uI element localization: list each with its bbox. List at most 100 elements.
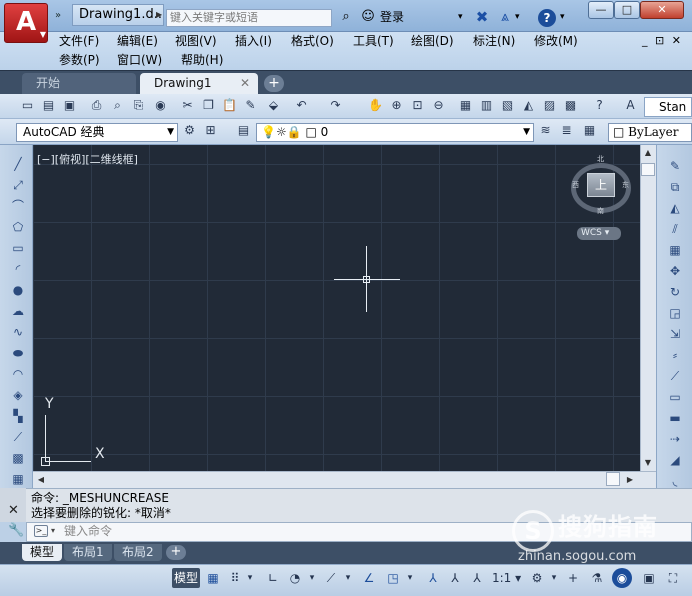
- user-icon[interactable]: ☺: [360, 9, 376, 25]
- scroll-up-arrow-icon[interactable]: ▲: [640, 145, 656, 161]
- design-center-icon[interactable]: ▥: [477, 96, 496, 115]
- save-icon[interactable]: ▣: [60, 96, 79, 115]
- login-button[interactable]: 登录: [380, 9, 404, 25]
- make-block-icon[interactable]: ▚: [9, 407, 27, 425]
- help-dropdown-icon[interactable]: ▾: [560, 9, 565, 25]
- workspace-settings-icon[interactable]: ⊞: [201, 121, 220, 140]
- command-prompt-icon[interactable]: >_: [34, 525, 48, 537]
- new-tab-button[interactable]: +: [264, 75, 284, 92]
- circle-icon[interactable]: ●: [9, 281, 27, 299]
- erase-icon[interactable]: ✎: [666, 157, 684, 175]
- polar-tracking-icon[interactable]: ◔: [286, 568, 304, 588]
- search-input[interactable]: 键入关键字或短语: [166, 9, 332, 27]
- scroll-left-arrow-icon[interactable]: ◀: [33, 471, 49, 488]
- menu-dimension[interactable]: 标注(N): [473, 33, 515, 49]
- hatch-icon[interactable]: ▩: [9, 449, 27, 467]
- menu-file[interactable]: 文件(F): [59, 33, 99, 49]
- wrench-icon[interactable]: 🔧: [8, 523, 24, 538]
- menu-modify[interactable]: 修改(M): [534, 33, 578, 49]
- workspace-select[interactable]: AutoCAD 经典 ▼: [16, 123, 178, 142]
- workspace-switch-dropdown-icon[interactable]: ▾: [548, 568, 560, 588]
- help-button[interactable]: ?: [538, 9, 556, 27]
- vertical-scroll-thumb[interactable]: [641, 163, 655, 176]
- new-file-icon[interactable]: ▭: [18, 96, 37, 115]
- polyline-icon[interactable]: ⌒: [9, 197, 27, 215]
- block-editor-icon[interactable]: ⬙: [264, 96, 283, 115]
- autodesk-a360-icon[interactable]: ⩓: [497, 9, 513, 25]
- object-snap-tracking-icon[interactable]: ∠: [360, 568, 378, 588]
- application-menu-button[interactable]: A ▼: [4, 3, 48, 43]
- tab-layout1[interactable]: 布局1: [64, 544, 112, 561]
- join-icon[interactable]: ⇢: [666, 430, 684, 448]
- horizontal-scroll-thumb[interactable]: [606, 472, 620, 486]
- menu-draw[interactable]: 绘图(D): [411, 33, 454, 49]
- menu-parametric[interactable]: 参数(P): [59, 52, 100, 68]
- gear-icon[interactable]: ⚙: [180, 121, 199, 140]
- sheet-set-icon[interactable]: ◭: [519, 96, 538, 115]
- trim-icon[interactable]: ⸗: [666, 346, 684, 364]
- layer-select[interactable]: 💡☼🔒 □ 0 ▼: [256, 123, 534, 142]
- document-window-controls[interactable]: _ ⊡ ✕: [642, 34, 683, 47]
- open-file-icon[interactable]: ▤: [39, 96, 58, 115]
- isolate-objects-icon[interactable]: ◉: [612, 568, 632, 588]
- quick-access-expand-icon[interactable]: »: [50, 8, 66, 24]
- chamfer-icon[interactable]: ◢: [666, 451, 684, 469]
- properties-icon[interactable]: ▦: [456, 96, 475, 115]
- zoom-window-icon[interactable]: ⊡: [408, 96, 427, 115]
- menu-help[interactable]: 帮助(H): [181, 52, 223, 68]
- print-icon[interactable]: ⎙: [87, 96, 106, 115]
- layer-state-icon[interactable]: ▦: [580, 121, 599, 140]
- search-expand-arrow-icon[interactable]: ▶: [156, 8, 166, 22]
- stretch-icon[interactable]: ⇲: [666, 325, 684, 343]
- rotate-icon[interactable]: ↻: [666, 283, 684, 301]
- annotation-scale-select[interactable]: 1:1 ▾: [492, 568, 521, 588]
- gear-icon[interactable]: ⚙: [528, 568, 546, 588]
- snap-dropdown-icon[interactable]: ▾: [244, 568, 256, 588]
- menu-insert[interactable]: 插入(I): [235, 33, 272, 49]
- isometric-dropdown-icon[interactable]: ▾: [342, 568, 354, 588]
- horizontal-scrollbar[interactable]: [33, 471, 656, 488]
- clean-screen-icon[interactable]: ⛶: [664, 568, 682, 588]
- construction-line-icon[interactable]: ⤢: [9, 176, 27, 194]
- binoculars-icon[interactable]: ⌕: [338, 9, 354, 25]
- drawing-viewport[interactable]: [−][俯视][二维线框] 上 北 南 东 西 WCS ▾ Y X: [33, 145, 640, 471]
- compass-west[interactable]: 西: [572, 181, 579, 189]
- model-space-button[interactable]: 模型: [172, 568, 200, 588]
- cut-icon[interactable]: ✂: [178, 96, 197, 115]
- osnap-dropdown-icon[interactable]: ▾: [404, 568, 416, 588]
- viewport-controls-label[interactable]: [−][俯视][二维线框]: [37, 153, 138, 166]
- viewcube-top-face[interactable]: 上: [587, 173, 615, 197]
- layer-previous-icon[interactable]: ≣: [557, 121, 576, 140]
- tab-model[interactable]: 模型: [22, 544, 63, 561]
- ortho-mode-icon[interactable]: ∟: [264, 568, 282, 588]
- new-layout-button[interactable]: +: [166, 545, 186, 560]
- tab-layout2[interactable]: 布局2: [114, 544, 162, 561]
- make-current-layer-icon[interactable]: ≋: [536, 121, 555, 140]
- annotation-monitor-icon[interactable]: +: [564, 568, 582, 588]
- spline-icon[interactable]: ∿: [9, 323, 27, 341]
- scroll-right-arrow-icon[interactable]: ▶: [622, 471, 638, 488]
- match-properties-icon[interactable]: ✎: [241, 96, 260, 115]
- move-icon[interactable]: ✥: [666, 262, 684, 280]
- ellipse-icon[interactable]: ⬬: [9, 344, 27, 362]
- polygon-icon[interactable]: ⬠: [9, 218, 27, 236]
- annotation-scale-icon[interactable]: ⅄: [468, 568, 486, 588]
- insert-block-icon[interactable]: ◈: [9, 386, 27, 404]
- revision-cloud-icon[interactable]: ☁: [9, 302, 27, 320]
- menu-window[interactable]: 窗口(W): [117, 52, 162, 68]
- gradient-icon[interactable]: ▦: [9, 470, 27, 488]
- zoom-previous-icon[interactable]: ⊖: [429, 96, 448, 115]
- 3d-dwf-icon[interactable]: ◉: [151, 96, 170, 115]
- ellipse-arc-icon[interactable]: ◠: [9, 365, 27, 383]
- tool-palettes-icon[interactable]: ▧: [498, 96, 517, 115]
- array-icon[interactable]: ▦: [666, 241, 684, 259]
- break-at-point-icon[interactable]: ▭: [666, 388, 684, 406]
- login-dropdown-icon[interactable]: ▾: [458, 9, 463, 25]
- text-style-select[interactable]: Stan: [644, 97, 692, 117]
- auto-scale-icon[interactable]: ⅄: [446, 568, 464, 588]
- hardware-acceleration-icon[interactable]: ▣: [640, 568, 658, 588]
- layer-properties-icon[interactable]: ▤: [234, 121, 253, 140]
- undo-icon[interactable]: ↶: [292, 96, 311, 115]
- polar-dropdown-icon[interactable]: ▾: [306, 568, 318, 588]
- publish-icon[interactable]: ⎘: [129, 96, 148, 115]
